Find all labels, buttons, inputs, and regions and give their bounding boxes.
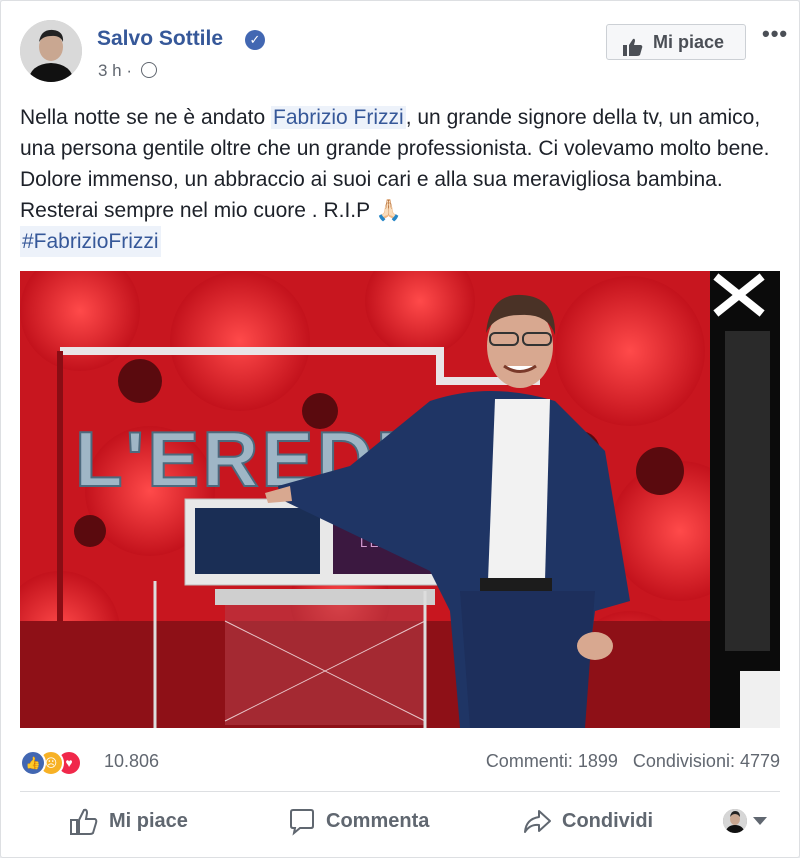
reaction-count[interactable]: 10.806 (104, 751, 159, 772)
globe-icon[interactable] (140, 62, 157, 78)
author-avatar[interactable] (20, 20, 82, 82)
hashtag-link[interactable]: #FabrizioFrizzi (20, 226, 161, 257)
like-action-icon (70, 808, 98, 835)
facebook-post: Salvo Sottile ✓ 3 h · Mi piace ••• Nella… (0, 0, 800, 858)
post-photo[interactable]: L'EREDITÀ L'EREDITÀ (20, 271, 780, 728)
thumbs-up-icon (623, 33, 643, 67)
mention-link[interactable]: Fabrizio Frizzi (271, 106, 406, 129)
comment-icon (290, 808, 314, 836)
verified-badge-icon: ✓ (245, 30, 265, 50)
share-action-button[interactable]: Condividi (522, 801, 653, 841)
like-page-label: Mi piace (653, 32, 725, 52)
like-action-button[interactable]: Mi piace (69, 801, 188, 841)
author-name[interactable]: Salvo Sottile (97, 27, 223, 51)
chevron-down-icon[interactable] (753, 817, 767, 825)
comments-count[interactable]: Commenti: 1899 (486, 751, 618, 771)
comment-action-label: Commenta (326, 810, 430, 832)
meta-separator: · (126, 61, 137, 80)
post-meta: 3 h · (98, 61, 157, 81)
actions-divider (20, 791, 780, 792)
like-reaction-icon[interactable]: 👍 (20, 750, 46, 776)
share-icon (524, 809, 551, 833)
like-action-label: Mi piace (109, 810, 188, 832)
shares-count[interactable]: Condivisioni: 4779 (633, 751, 780, 771)
share-action-label: Condividi (562, 810, 654, 832)
comment-action-button[interactable]: Commenta (288, 801, 429, 841)
comments-shares: Commenti: 1899 Condivisioni: 4779 (486, 751, 780, 772)
post-timestamp[interactable]: 3 h (98, 61, 122, 80)
more-options-icon[interactable]: ••• (762, 21, 788, 47)
post-text: Nella notte se ne è andato Fabrizio Friz… (20, 102, 790, 257)
post-stats: 👍 ☹ ♥ 10.806 Commenti: 1899 Condivisioni… (20, 746, 780, 776)
like-page-button[interactable]: Mi piace (606, 24, 746, 60)
post-text-start: Nella notte se ne è andato (20, 106, 272, 129)
viewer-avatar[interactable] (723, 809, 747, 833)
